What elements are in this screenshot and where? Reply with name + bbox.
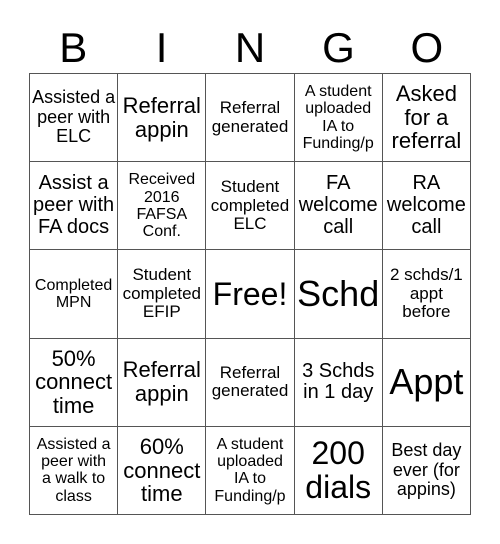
bingo-cell-r4c2[interactable]: Referral appin (118, 338, 207, 427)
bingo-cell-r3c2[interactable]: Student completed EFIP (118, 250, 207, 339)
bingo-cell-r1c1[interactable]: Assisted a peer with ELC (30, 74, 119, 163)
bingo-cell-r1c5[interactable]: Asked for a referral (382, 74, 471, 163)
bingo-cell-r1c2[interactable]: Referral appin (118, 74, 207, 163)
bingo-cell-r4c4[interactable]: 3 Schds in 1 day (294, 338, 383, 427)
header-letter-i: I (155, 24, 168, 71)
bingo-cell-r5c1[interactable]: Assisted a peer with a walk to class (30, 426, 119, 515)
bingo-cell-r3c1[interactable]: Completed MPN (30, 250, 119, 339)
bingo-cell-r5c4[interactable]: 200 dials (294, 426, 383, 515)
bingo-cell-r3c5[interactable]: 2 schds/1 appt before (382, 250, 471, 339)
header-letter-n: N (234, 24, 266, 71)
bingo-cell-free[interactable]: Free! (206, 250, 295, 339)
bingo-cell-r2c5[interactable]: RA welcome call (382, 162, 471, 251)
bingo-header: B I N G O (29, 20, 471, 73)
bingo-cell-r2c1[interactable]: Assist a peer with FA docs (30, 162, 119, 251)
bingo-cell-r3c4[interactable]: Schd (294, 250, 383, 339)
bingo-cell-r5c3[interactable]: A student uploaded IA to Funding/p (206, 426, 295, 515)
bingo-cell-r4c3[interactable]: Referral generated (206, 338, 295, 427)
bingo-cell-r1c3[interactable]: Referral generated (206, 74, 295, 163)
header-letter-b: B (59, 24, 88, 71)
header-letter-o: O (410, 24, 444, 71)
bingo-cell-r2c4[interactable]: FA welcome call (294, 162, 383, 251)
header-letter-g: G (322, 24, 355, 71)
bingo-cell-r4c1[interactable]: 50% connect time (30, 338, 119, 427)
bingo-cell-r4c5[interactable]: Appt (382, 338, 471, 427)
bingo-cell-r1c4[interactable]: A student uploaded IA to Funding/p (294, 74, 383, 163)
bingo-cell-r5c2[interactable]: 60% connect time (118, 426, 207, 515)
bingo-cell-r2c3[interactable]: Student completed ELC (206, 162, 295, 251)
bingo-board: Assisted a peer with ELC Referral appin … (29, 73, 471, 515)
bingo-cell-r5c5[interactable]: Best day ever (for appins) (382, 426, 471, 515)
bingo-cell-r2c2[interactable]: Received 2016 FAFSA Conf. (118, 162, 207, 251)
